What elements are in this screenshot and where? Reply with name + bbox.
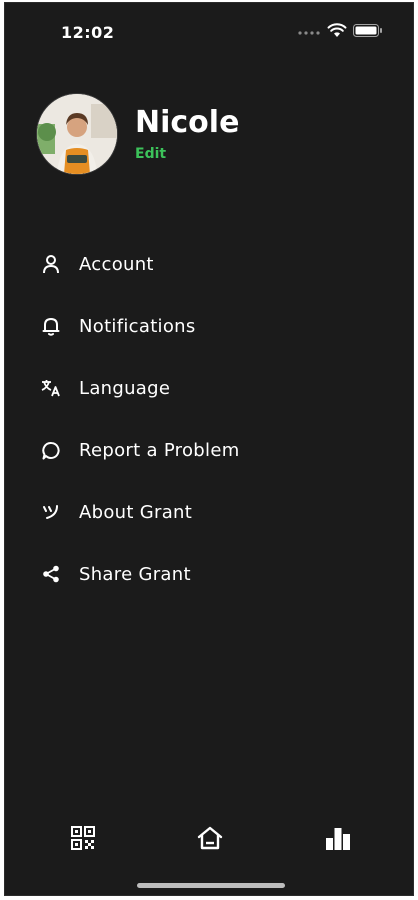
battery-icon bbox=[353, 24, 382, 37]
menu-item-label: Notifications bbox=[79, 315, 196, 337]
bar-chart-icon bbox=[326, 828, 350, 850]
menu-item-language[interactable]: Language bbox=[41, 372, 341, 404]
bell-icon bbox=[41, 316, 61, 336]
home-icon bbox=[197, 826, 223, 850]
translate-icon bbox=[41, 378, 61, 398]
bottom-tab-bar bbox=[5, 815, 413, 863]
avatar[interactable] bbox=[37, 94, 117, 174]
menu-item-about-grant[interactable]: About Grant bbox=[41, 496, 341, 528]
grant-logo-icon bbox=[41, 502, 61, 522]
profile-name: Nicole bbox=[135, 105, 240, 140]
status-time: 12:02 bbox=[61, 23, 115, 42]
menu-item-account[interactable]: Account bbox=[41, 248, 341, 280]
menu-item-report-problem[interactable]: Report a Problem bbox=[41, 434, 341, 466]
menu-item-label: Share Grant bbox=[79, 563, 191, 585]
menu-item-label: Language bbox=[79, 377, 171, 399]
share-icon bbox=[41, 564, 61, 584]
qr-code-icon bbox=[71, 826, 95, 850]
menu-item-share-grant[interactable]: Share Grant bbox=[41, 558, 341, 590]
signal-dots-icon bbox=[298, 31, 320, 35]
menu-item-notifications[interactable]: Notifications bbox=[41, 310, 341, 342]
profile-photo-icon bbox=[37, 94, 117, 174]
chat-bubble-icon bbox=[41, 440, 61, 460]
tab-stats[interactable] bbox=[323, 823, 353, 853]
wifi-icon bbox=[327, 23, 347, 37]
menu-item-label: Account bbox=[79, 253, 154, 275]
home-indicator bbox=[137, 883, 285, 888]
status-bar: 12:02 bbox=[5, 3, 413, 59]
app-screen: 12:02 Nicole Edit Account Notifications … bbox=[4, 2, 414, 896]
edit-profile-link[interactable]: Edit bbox=[135, 146, 166, 162]
menu-item-label: About Grant bbox=[79, 501, 193, 523]
tab-home[interactable] bbox=[195, 823, 225, 853]
person-icon bbox=[41, 254, 61, 274]
tab-qr-code[interactable] bbox=[68, 823, 98, 853]
menu-item-label: Report a Problem bbox=[79, 439, 240, 461]
